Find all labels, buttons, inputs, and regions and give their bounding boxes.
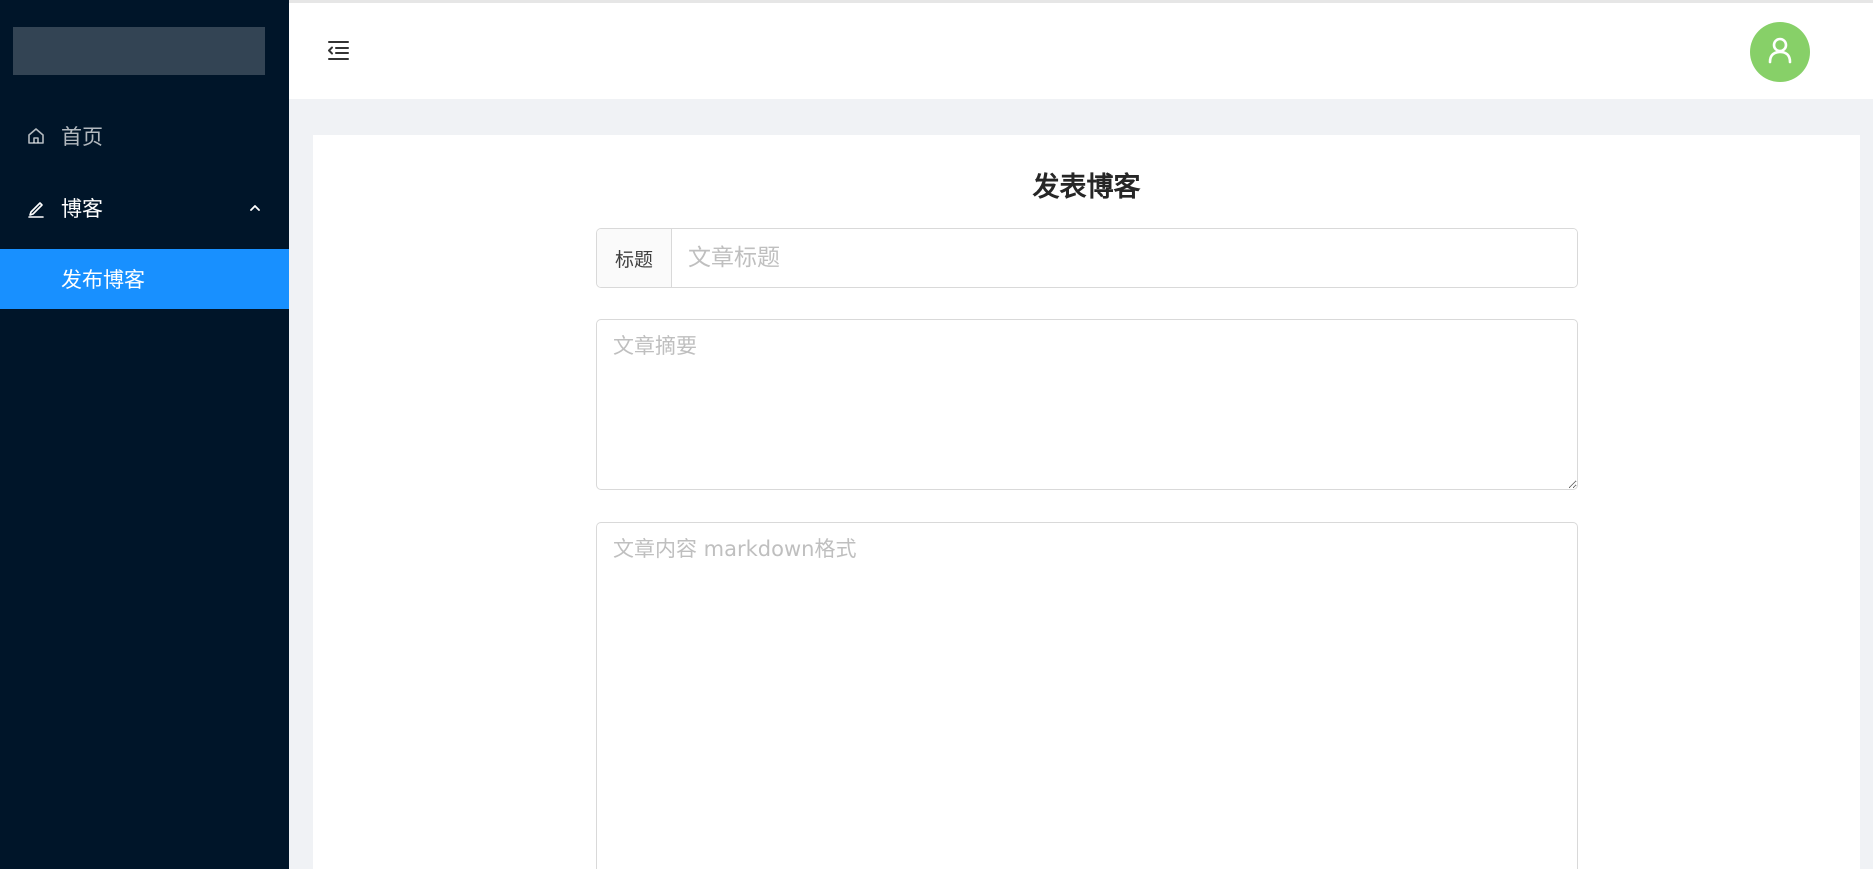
sidebar-item-label: 博客 [61,197,103,221]
sidebar-item-home[interactable]: 首页 [0,106,289,166]
sidebar: 首页 博客 发布博客 [0,0,289,869]
sidebar-subitem-label: 发布博客 [61,268,145,292]
edit-icon [25,197,47,219]
page-title: 发表博客 [1032,172,1141,203]
sidebar-subitem-publish-blog[interactable]: 发布博客 [0,249,289,309]
header [289,3,1873,99]
publish-blog-card: 发表博客 标题 [313,135,1860,869]
title-addon-label: 标题 [597,229,672,287]
sidebar-item-blog[interactable]: 博客 [0,178,289,238]
content-textarea[interactable] [596,522,1578,869]
summary-textarea[interactable] [596,319,1578,490]
menu-fold-icon[interactable] [325,37,351,63]
user-icon [1765,35,1795,69]
logo-placeholder [13,27,265,75]
sidebar-item-label: 首页 [61,125,103,149]
home-icon [25,125,47,147]
chevron-up-icon[interactable] [247,200,263,216]
avatar[interactable] [1750,22,1810,82]
title-input[interactable] [672,229,1577,287]
app-root: 首页 博客 发布博客 发表博客 标题 文章标题 文章摘要 文章内容 markdo… [0,0,1873,869]
title-input-group: 标题 [596,228,1578,288]
